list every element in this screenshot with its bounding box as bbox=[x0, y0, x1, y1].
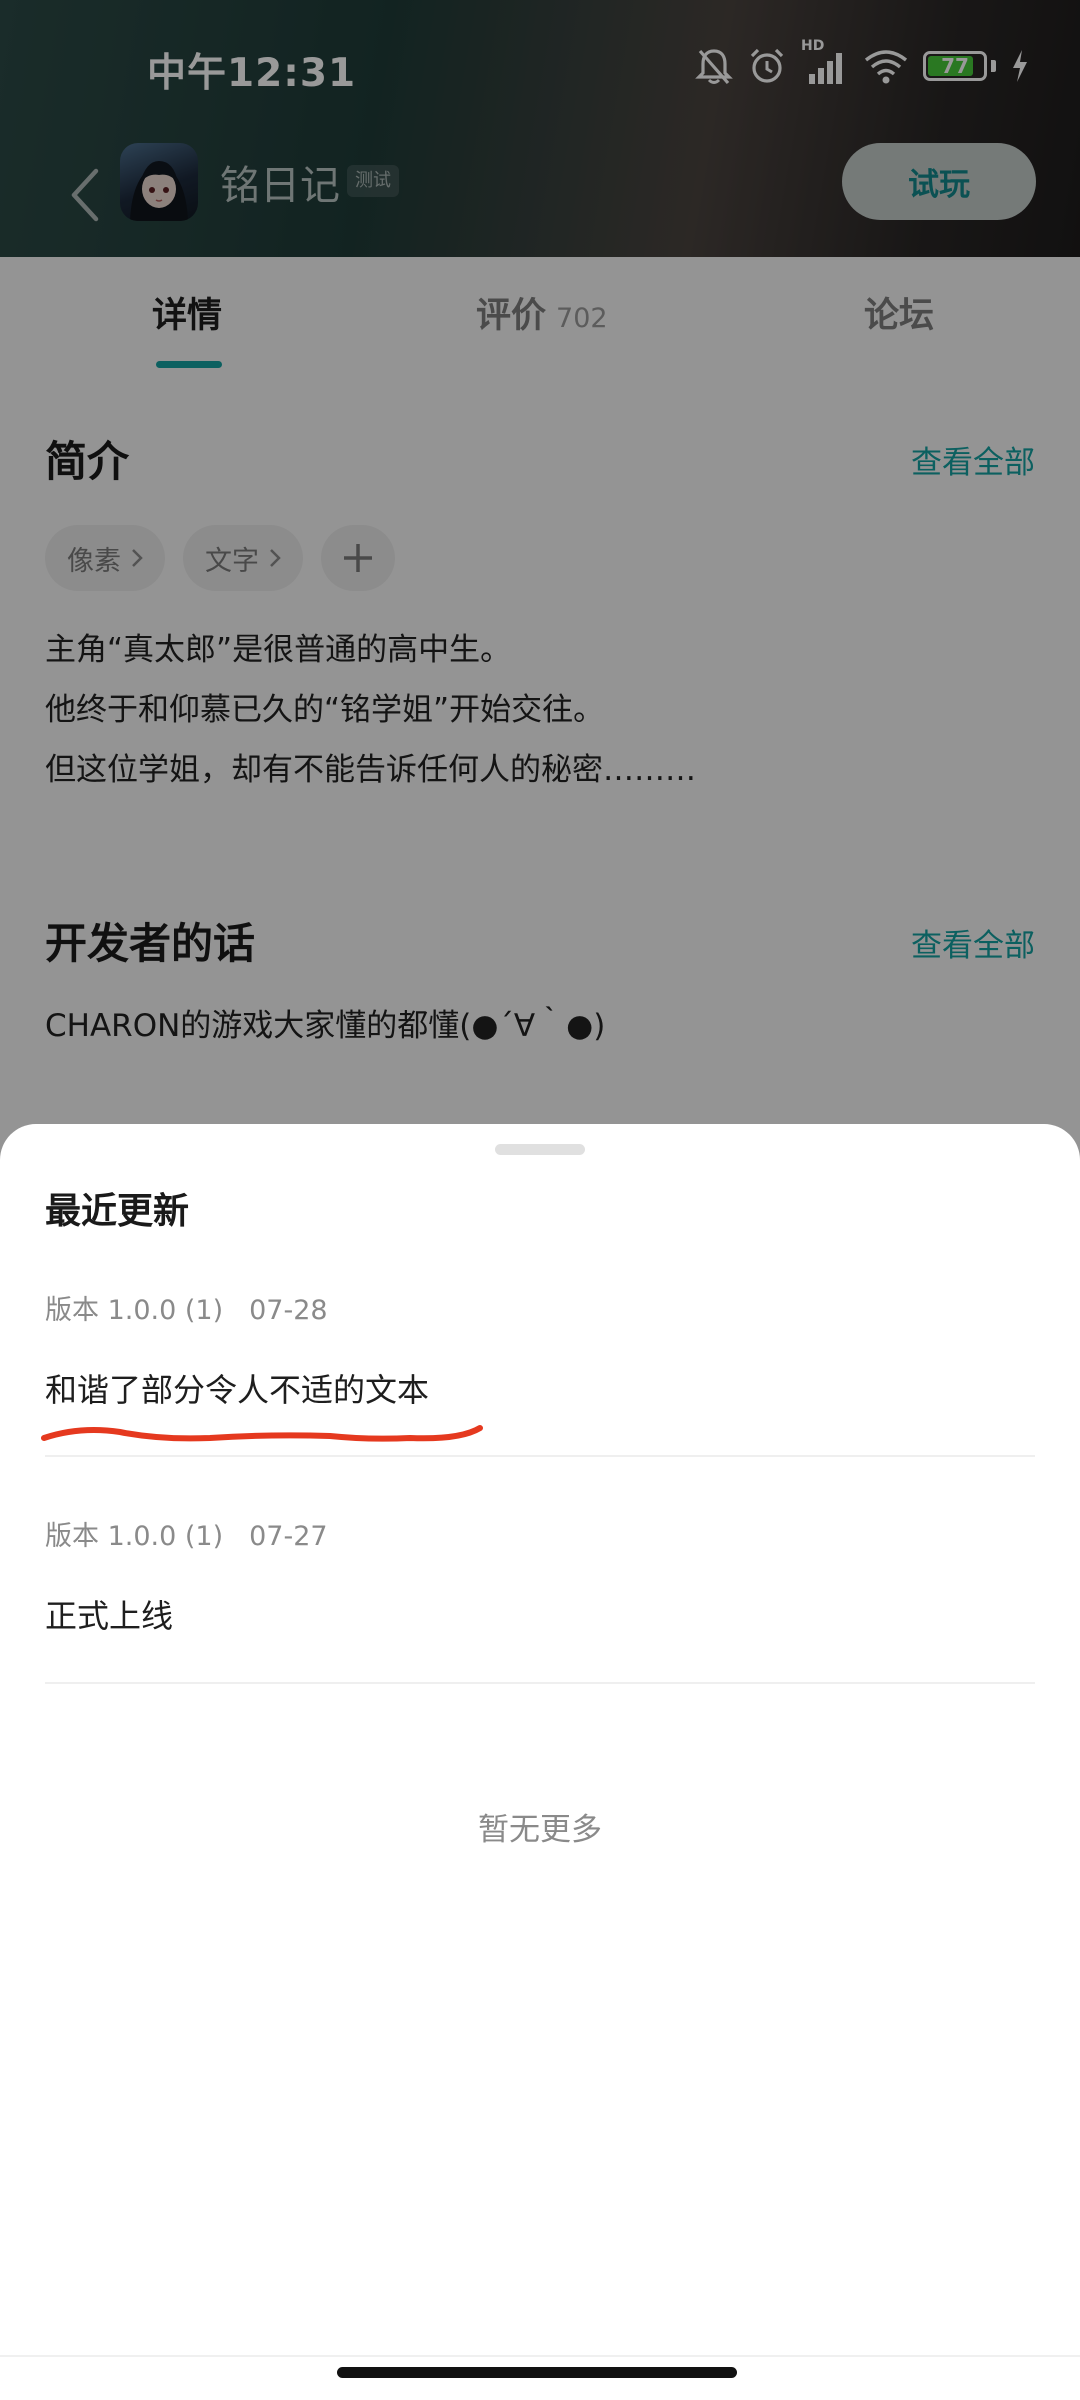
home-indicator[interactable] bbox=[337, 2367, 737, 2378]
update-version: 版本 1.0.0 (1) bbox=[45, 1295, 224, 1326]
update-date: 07-27 bbox=[249, 1521, 328, 1552]
update-item: 版本 1.0.0 (1) 07-27 正式上线 bbox=[45, 1514, 1035, 1637]
app-page: 中午12:31 HD 77 铭日记 测试 试玩 详情 评价 702 论坛 简介 … bbox=[0, 0, 1080, 2400]
sheet-title: 最近更新 bbox=[45, 1191, 190, 1232]
update-meta: 版本 1.0.0 (1) 07-28 bbox=[45, 1288, 1035, 1327]
no-more-text: 暂无更多 bbox=[478, 1812, 602, 1848]
red-underline-annotation bbox=[41, 1425, 483, 1442]
update-version: 版本 1.0.0 (1) bbox=[45, 1521, 224, 1552]
nav-divider bbox=[0, 2355, 1080, 2357]
update-meta: 版本 1.0.0 (1) 07-27 bbox=[45, 1514, 1035, 1553]
sheet-drag-handle[interactable] bbox=[495, 1144, 585, 1155]
recent-updates-sheet: 最近更新 版本 1.0.0 (1) 07-28 和谐了部分令人不适的文本 版本 1… bbox=[0, 1124, 1080, 2400]
update-item: 版本 1.0.0 (1) 07-28 和谐了部分令人不适的文本 bbox=[45, 1288, 1035, 1411]
update-text: 正式上线 bbox=[45, 1597, 174, 1635]
update-text: 和谐了部分令人不适的文本 bbox=[45, 1371, 430, 1409]
divider bbox=[45, 1682, 1035, 1684]
update-date: 07-28 bbox=[249, 1295, 328, 1326]
